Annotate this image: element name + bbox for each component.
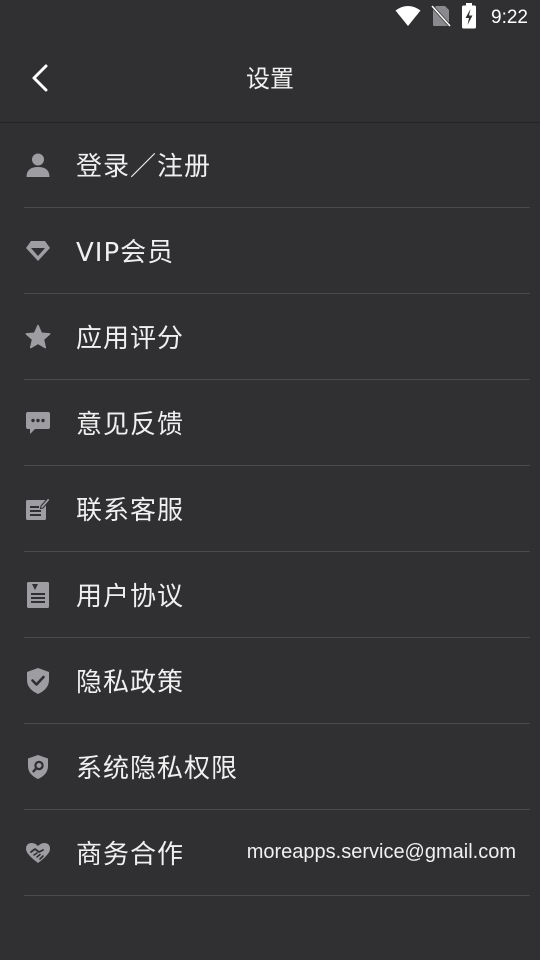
- battery-charging-icon: [461, 3, 477, 33]
- shield-search-icon: [24, 753, 52, 781]
- menu-item-label: 商务合作: [76, 840, 185, 870]
- menu-item-login-register[interactable]: 登录／注册: [24, 122, 530, 208]
- menu-item-rate-app[interactable]: 应用评分: [24, 294, 530, 380]
- menu-item-vip[interactable]: VIP会员: [24, 208, 530, 294]
- business-email[interactable]: moreapps.service@gmail.com: [247, 841, 516, 864]
- menu-item-business-cooperation[interactable]: 商务合作 moreapps.service@gmail.com: [24, 810, 530, 896]
- menu-item-label: 用户协议: [76, 582, 185, 612]
- menu-item-user-agreement[interactable]: 用户协议: [24, 552, 530, 638]
- menu-item-contact-support[interactable]: 联系客服: [24, 466, 530, 552]
- chat-bubble-icon: [24, 409, 52, 437]
- menu-item-label: 隐私政策: [76, 668, 185, 698]
- diamond-icon: [24, 237, 52, 265]
- status-time: 9:22: [491, 7, 528, 28]
- menu-item-privacy-policy[interactable]: 隐私政策: [24, 638, 530, 724]
- menu-item-label: 应用评分: [76, 324, 185, 354]
- menu-item-label: 登录／注册: [76, 152, 212, 182]
- menu-item-label: 意见反馈: [76, 410, 185, 440]
- status-icons: 9:22: [395, 3, 528, 33]
- menu-item-system-privacy-permissions[interactable]: 系统隐私权限: [24, 724, 530, 810]
- menu-item-feedback[interactable]: 意见反馈: [24, 380, 530, 466]
- menu-item-label: 系统隐私权限: [76, 754, 239, 784]
- handshake-icon: [24, 839, 52, 867]
- shield-check-icon: [24, 667, 52, 695]
- menu-item-label: VIP会员: [76, 238, 175, 268]
- settings-list: 登录／注册 VIP会员 应用评分 意见反馈 联系客服 用户协议 隐私政策 系统隐…: [0, 122, 540, 896]
- no-sim-icon: [430, 4, 452, 32]
- status-bar: 9:22: [0, 0, 540, 36]
- app-bar: 设置: [0, 36, 540, 123]
- wifi-icon: [395, 5, 421, 31]
- edit-note-icon: [24, 495, 52, 523]
- document-icon: [24, 581, 52, 609]
- user-icon: [24, 151, 52, 179]
- star-icon: [24, 323, 52, 351]
- page-title: 设置: [246, 65, 294, 93]
- menu-item-label: 联系客服: [76, 496, 185, 526]
